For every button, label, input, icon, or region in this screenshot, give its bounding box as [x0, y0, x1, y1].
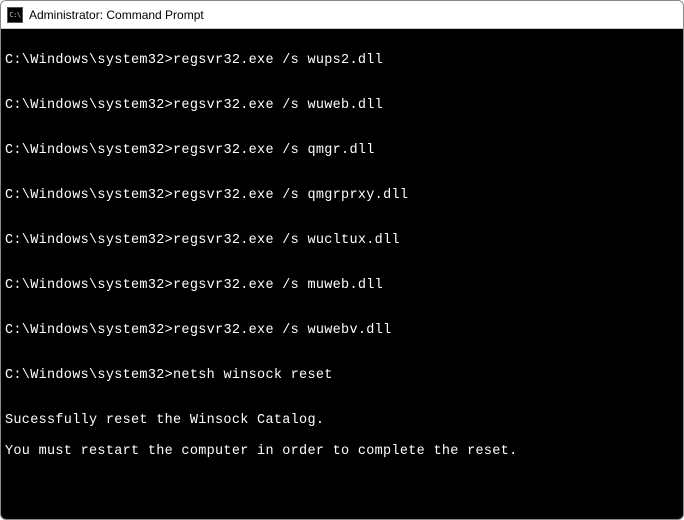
command-line: C:\Windows\system32>netsh winsock reset [5, 368, 679, 384]
command-line: C:\Windows\system32>regsvr32.exe /s wuwe… [5, 323, 679, 339]
cmd-icon: C:\ [7, 7, 23, 23]
command-line: C:\Windows\system32>regsvr32.exe /s wups… [5, 53, 679, 69]
command-line: C:\Windows\system32>regsvr32.exe /s wuwe… [5, 98, 679, 114]
output-line: Sucessfully reset the Winsock Catalog. [5, 413, 679, 429]
command-line: C:\Windows\system32>regsvr32.exe /s muwe… [5, 278, 679, 294]
command-line: C:\Windows\system32>regsvr32.exe /s wucl… [5, 233, 679, 249]
command-line: C:\Windows\system32>regsvr32.exe /s qmgr… [5, 188, 679, 204]
blank-line [5, 504, 679, 518]
titlebar[interactable]: C:\ Administrator: Command Prompt [1, 1, 683, 29]
blank-line [5, 475, 679, 489]
terminal-output[interactable]: C:\Windows\system32>regsvr32.exe /s wups… [1, 29, 683, 519]
window-title: Administrator: Command Prompt [29, 8, 204, 22]
output-line: You must restart the computer in order t… [5, 444, 679, 460]
command-line: C:\Windows\system32>regsvr32.exe /s qmgr… [5, 143, 679, 159]
command-prompt-window: C:\ Administrator: Command Prompt C:\Win… [0, 0, 684, 520]
